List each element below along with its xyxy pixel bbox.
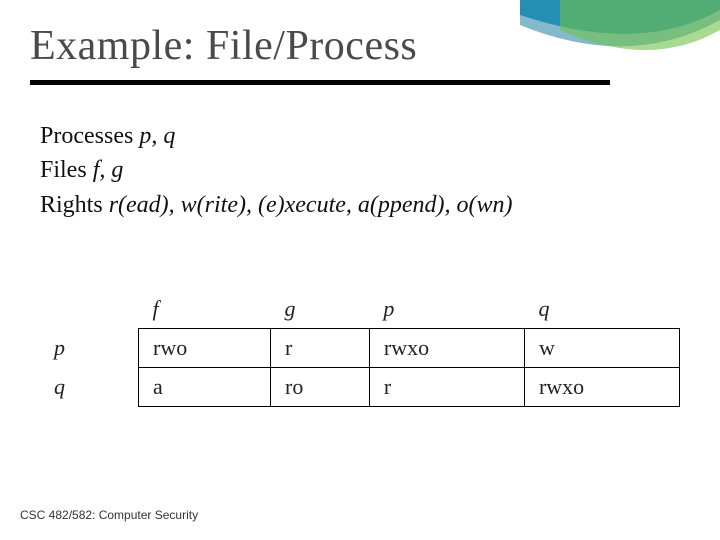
slide-title: Example: File/Process bbox=[30, 22, 417, 70]
cell: rwo bbox=[139, 329, 271, 368]
decorative-swoosh bbox=[520, 0, 720, 80]
cell: rwxo bbox=[524, 368, 679, 407]
row-header: q bbox=[40, 368, 139, 407]
col-header: g bbox=[271, 290, 370, 329]
slide: Example: File/Process Processes p, q Fil… bbox=[0, 0, 720, 540]
table-row: p rwo r rwxo w bbox=[40, 329, 680, 368]
cell: w bbox=[524, 329, 679, 368]
col-header: p bbox=[369, 290, 524, 329]
cell: r bbox=[369, 368, 524, 407]
table-header-row: f g p q bbox=[40, 290, 680, 329]
line-processes: Processes p, q bbox=[40, 120, 680, 152]
line-files: Files f, g bbox=[40, 154, 680, 186]
cell: r bbox=[271, 329, 370, 368]
line-rights: Rights r(ead), w(rite), (e)xecute, a(ppe… bbox=[40, 189, 680, 221]
cell: rwxo bbox=[369, 329, 524, 368]
cell: ro bbox=[271, 368, 370, 407]
col-header: q bbox=[524, 290, 679, 329]
col-header: f bbox=[139, 290, 271, 329]
access-matrix: f g p q p rwo r rwxo w q a ro bbox=[40, 290, 680, 407]
body-text: Processes p, q Files f, g Rights r(ead),… bbox=[40, 120, 680, 223]
footer-text: CSC 482/582: Computer Security bbox=[20, 508, 198, 522]
table-row: q a ro r rwxo bbox=[40, 368, 680, 407]
cell: a bbox=[139, 368, 271, 407]
title-underline bbox=[30, 80, 610, 85]
row-header: p bbox=[40, 329, 139, 368]
